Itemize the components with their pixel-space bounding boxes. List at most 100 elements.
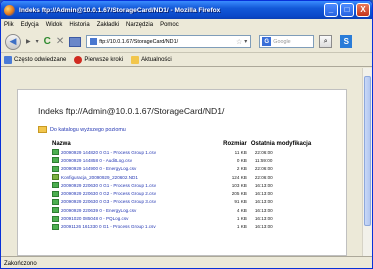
parent-link-label[interactable]: Do katalogu wyższego poziomu [50, 127, 126, 133]
firefox-icon [4, 4, 15, 16]
bookmark-star-icon[interactable]: ☆ [236, 38, 242, 46]
file-name-cell: Konfiguracja_20090929_220602.ND1 [52, 173, 209, 181]
menu-tools[interactable]: Narzędzia [126, 22, 153, 28]
file-icon [52, 198, 59, 205]
window-controls: _ □ X [324, 3, 372, 17]
site-icon [90, 38, 98, 45]
browser-window: Indeks ftp://Admin@10.0.1.67/StorageCard… [0, 0, 373, 269]
page-title: Indeks ftp://Admin@10.0.1.67/StorageCard… [38, 106, 225, 116]
menu-view[interactable]: Widok [46, 22, 63, 28]
file-link[interactable]: Konfiguracja_20090929_220602.ND1 [52, 174, 209, 181]
file-link[interactable]: 20090929 220630 0 G2 - Process Group 2.c… [52, 190, 209, 197]
reload-button[interactable]: C [44, 36, 51, 47]
file-name[interactable]: Konfiguracja_20090929_220602.ND1 [61, 175, 138, 180]
menu-edit[interactable]: Edycja [21, 22, 39, 28]
file-link[interactable]: 20091020 085048 0 - PQLog.csv [52, 215, 209, 222]
menu-bookmarks[interactable]: Zakładki [97, 22, 119, 28]
file-icon [52, 157, 59, 164]
file-name[interactable]: 20090929 144900 0 - EnergyLog.csv [61, 166, 136, 171]
file-modified: 22:06:00 [254, 166, 273, 172]
menu-file[interactable]: Plik [4, 22, 14, 28]
file-link[interactable]: 20090929 144820 0 G1 - Process Group 1.c… [52, 149, 209, 156]
file-icon [52, 182, 59, 189]
search-icon[interactable]: ⌕ [319, 35, 333, 48]
addon-s-icon[interactable]: S [340, 35, 353, 48]
file-name-cell: 20090929 220630 0 G2 - Process Group 2.c… [52, 189, 209, 197]
url-dropdown-icon[interactable]: ▾ [244, 38, 247, 45]
file-name[interactable]: 20090929 220630 0 G3 - Process Group 3.c… [61, 199, 156, 204]
menu-help[interactable]: Pomoc [160, 22, 179, 28]
file-table: Nazwa Rozmiar Ostatnia modyfikacja 20090… [52, 141, 342, 231]
file-name-cell: 20090929 144858 0 - AuditLog.csv [52, 156, 209, 164]
minimize-button[interactable]: _ [324, 3, 338, 17]
history-dropdown-icon[interactable]: ▾ [36, 38, 39, 45]
file-name-cell: 20090929 144900 0 - EnergyLog.csv [52, 165, 209, 173]
home-button[interactable] [69, 36, 82, 47]
bookmark-most-visited[interactable]: Często odwiedzane [4, 55, 67, 64]
page-viewport: Indeks ftp://Admin@10.0.1.67/StorageCard… [1, 68, 362, 256]
file-icon [52, 207, 59, 214]
scroll-thumb[interactable] [364, 76, 371, 226]
menu-history[interactable]: Historia [69, 22, 89, 28]
column-size: Rozmiar [223, 141, 247, 147]
file-name[interactable]: 20090929 144858 0 - AuditLog.csv [61, 158, 132, 163]
bookmark-label: Często odwiedzane [14, 56, 67, 63]
file-icon [52, 174, 59, 181]
table-row: 20090929 144900 0 - EnergyLog.csv 2 KB 22:… [52, 165, 342, 173]
url-bar[interactable]: ftp://10.0.1.67/StorageCard/ND1/ ☆ ▾ [86, 35, 252, 48]
forward-button[interactable]: ▶ [26, 38, 31, 45]
file-link[interactable]: 20090929 220639 0 - EnergyLog.csv [52, 207, 209, 214]
back-button[interactable]: ◀ [5, 33, 21, 50]
file-icon [52, 215, 59, 222]
file-link[interactable]: 20090929 220630 0 G1 - Process Group 1.c… [52, 182, 209, 189]
file-modified: 16:13:00 [254, 191, 273, 197]
file-name[interactable]: 20091020 085048 0 - PQLog.csv [61, 216, 128, 221]
file-name[interactable]: 20090929 144820 0 G1 - Process Group 1.c… [61, 150, 156, 155]
table-row: 20090929 220630 0 G3 - Process Group 3.c… [52, 198, 342, 206]
google-icon[interactable]: G [262, 37, 272, 46]
status-bar: Zakończono [1, 256, 372, 268]
close-button[interactable]: X [356, 3, 370, 17]
file-link[interactable]: 20090929 144858 0 - AuditLog.csv [52, 157, 209, 164]
file-name[interactable]: 20090929 220630 0 G2 - Process Group 2.c… [61, 191, 156, 196]
file-link[interactable]: 20090929 144900 0 - EnergyLog.csv [52, 165, 209, 172]
file-icon [52, 190, 59, 197]
file-name[interactable]: 20090929 220630 0 G1 - Process Group 1.c… [61, 183, 156, 188]
file-modified: 16:13:00 [254, 224, 273, 230]
title-bar[interactable]: Indeks ftp://Admin@10.0.1.67/StorageCard… [1, 1, 372, 19]
file-size: 11 KB [234, 149, 247, 155]
search-input[interactable]: Google [273, 39, 290, 45]
bookmark-news[interactable]: Aktualności [131, 55, 172, 64]
parent-directory-link[interactable]: Do katalogu wyższego poziomu [38, 126, 126, 133]
file-name-cell: 20091020 085048 0 - PQLog.csv [52, 214, 209, 222]
file-size: 0 KB [236, 157, 247, 163]
file-modified: 16:13:00 [254, 182, 273, 188]
file-name-cell: 20090929 144820 0 G1 - Process Group 1.c… [52, 148, 209, 156]
folder-up-icon [38, 126, 47, 133]
file-modified: 22:06:00 [254, 174, 273, 180]
file-icon [52, 165, 59, 172]
url-text[interactable]: ftp://10.0.1.67/StorageCard/ND1/ [99, 39, 234, 45]
menu-bar: Plik Edycja Widok Historia Zakładki Narz… [1, 19, 372, 31]
file-link[interactable]: 20091126 161330 0 G1 - Process Group 1.c… [52, 223, 209, 230]
bookmark-label: Pierwsze kroki [84, 56, 124, 63]
file-name-cell: 20090929 220639 0 - EnergyLog.csv [52, 206, 209, 214]
stop-button[interactable]: ✕ [56, 36, 64, 47]
table-row: Konfiguracja_20090929_220602.ND1 124 KB 22… [52, 173, 342, 181]
file-link[interactable]: 20090929 220630 0 G3 - Process Group 3.c… [52, 198, 209, 205]
search-bar[interactable]: G Google [259, 35, 315, 48]
file-name-cell: 20091126 161330 0 G1 - Process Group 1.c… [52, 223, 209, 231]
file-name[interactable]: 20091126 161330 0 G1 - Process Group 1.c… [61, 224, 156, 229]
file-name[interactable]: 20090929 220639 0 - EnergyLog.csv [61, 208, 136, 213]
firefox-bookmark-icon [74, 55, 83, 64]
vertical-scrollbar[interactable] [362, 68, 372, 256]
file-size: 91 KB [234, 199, 247, 205]
maximize-button[interactable]: □ [340, 3, 354, 17]
table-row: 20091020 085048 0 - PQLog.csv 1 KB 16:13:0… [52, 214, 342, 222]
window-title: Indeks ftp://Admin@10.0.1.67/StorageCard… [19, 6, 221, 14]
table-row: 20090929 220630 0 G1 - Process Group 1.c… [52, 181, 342, 189]
bookmark-getting-started[interactable]: Pierwsze kroki [74, 55, 124, 64]
file-name-cell: 20090929 220630 0 G1 - Process Group 1.c… [52, 181, 209, 189]
bookmarks-toolbar: Często odwiedzane Pierwsze kroki Aktualn… [1, 53, 372, 67]
column-name: Nazwa [52, 141, 71, 147]
